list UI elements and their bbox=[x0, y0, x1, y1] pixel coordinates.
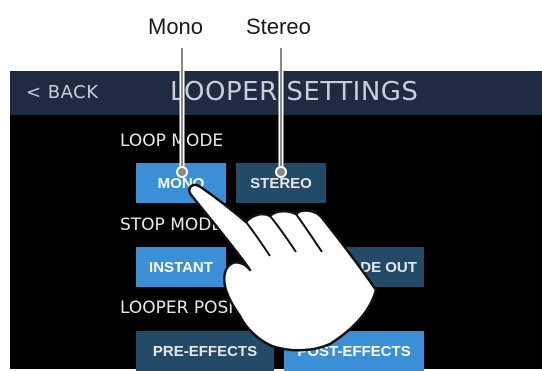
looper-position-label: LOOPER POSITION bbox=[120, 298, 275, 318]
callout-stereo: Stereo bbox=[246, 14, 311, 39]
instant-button[interactable]: INSTANT bbox=[136, 247, 226, 287]
title-bar: < BACK LOOPER SETTINGS bbox=[10, 71, 542, 115]
post-effects-button[interactable]: POST-EFFECTS bbox=[284, 331, 424, 371]
stereo-button[interactable]: STEREO bbox=[236, 163, 326, 203]
stop-mode-label: STOP MODE bbox=[120, 215, 223, 235]
pre-effects-button[interactable]: PRE-EFFECTS bbox=[136, 331, 274, 371]
loop-mode-label: LOOP MODE bbox=[120, 131, 224, 151]
device-screen: < BACK LOOPER SETTINGS LOOP MODE MONO ST… bbox=[10, 71, 542, 371]
screen-title: LOOPER SETTINGS bbox=[170, 77, 419, 107]
callout-mono: Mono bbox=[148, 14, 204, 39]
mono-button[interactable]: MONO bbox=[136, 163, 226, 203]
back-button[interactable]: < BACK bbox=[26, 82, 99, 103]
fade-out-button[interactable]: FADE OUT bbox=[334, 247, 424, 287]
